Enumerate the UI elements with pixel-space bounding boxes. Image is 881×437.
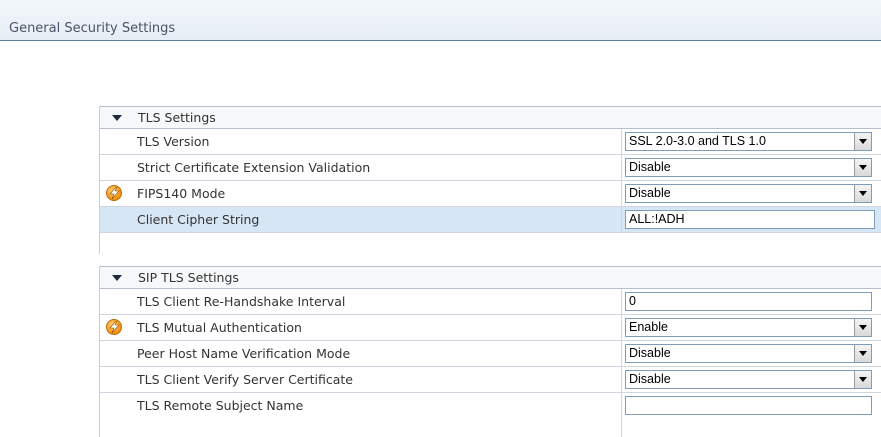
sip-tls-settings-panel: SIP TLS Settings TLS Client Re-Handshake… <box>99 266 881 437</box>
chevron-down-icon[interactable] <box>854 185 871 202</box>
page-header: General Security Settings <box>0 0 881 41</box>
column-divider <box>621 129 622 154</box>
column-divider <box>621 289 622 314</box>
header-divider <box>0 40 881 41</box>
tls-settings-panel: TLS Settings TLS Version SSL 2.0-3.0 and… <box>99 106 881 254</box>
tls-settings-title: TLS Settings <box>138 110 216 125</box>
row-label: Strict Certificate Extension Validation <box>137 160 371 175</box>
page: General Security Settings TLS Settings T… <box>0 0 881 437</box>
column-divider <box>621 367 622 392</box>
chevron-down-icon[interactable] <box>854 133 871 150</box>
row-fips140-mode: FIPS140 Mode Disable <box>100 181 881 207</box>
row-label: TLS Mutual Authentication <box>137 320 302 335</box>
column-divider <box>621 207 622 232</box>
chevron-down-icon[interactable] <box>854 345 871 362</box>
row-label: Client Cipher String <box>137 212 260 227</box>
column-divider <box>621 393 622 437</box>
row-label: TLS Remote Subject Name <box>137 398 304 413</box>
sip-tls-settings-title: SIP TLS Settings <box>138 270 239 285</box>
tls-client-verify-server-cert-select[interactable]: Disable <box>625 370 872 389</box>
triangle-down-icon[interactable] <box>112 115 122 121</box>
column-divider <box>621 181 622 206</box>
row-tls-version: TLS Version SSL 2.0-3.0 and TLS 1.0 <box>100 129 881 155</box>
column-divider <box>621 341 622 366</box>
chevron-down-icon[interactable] <box>854 319 871 336</box>
lightning-bolt-icon <box>106 319 122 335</box>
peer-host-name-verification-select[interactable]: Disable <box>625 344 872 363</box>
row-tls-remote-subject-name: TLS Remote Subject Name <box>100 393 881 437</box>
select-value: Disable <box>629 372 671 386</box>
sip-tls-settings-header[interactable]: SIP TLS Settings <box>100 266 881 289</box>
row-label: TLS Version <box>137 134 210 149</box>
row-strict-cert-validation: Strict Certificate Extension Validation … <box>100 155 881 181</box>
tls-client-rehandshake-field[interactable]: 0 <box>625 292 872 311</box>
row-label: Peer Host Name Verification Mode <box>137 346 351 361</box>
triangle-down-icon[interactable] <box>112 275 122 281</box>
select-value: Enable <box>629 320 668 334</box>
row-client-cipher-string: Client Cipher String ALL:!ADH <box>100 207 881 233</box>
tls-remote-subject-name-field[interactable] <box>625 396 872 415</box>
tls-mutual-authentication-select[interactable]: Enable <box>625 318 872 337</box>
row-tls-client-verify-server-cert: TLS Client Verify Server Certificate Dis… <box>100 367 881 393</box>
row-label: TLS Client Verify Server Certificate <box>137 372 353 387</box>
column-divider <box>621 315 622 340</box>
select-value: Disable <box>629 346 671 360</box>
page-title: General Security Settings <box>9 21 176 36</box>
tls-version-select[interactable]: SSL 2.0-3.0 and TLS 1.0 <box>625 132 872 151</box>
field-value: 0 <box>629 294 636 308</box>
chevron-down-icon[interactable] <box>854 371 871 388</box>
chevron-down-icon[interactable] <box>854 159 871 176</box>
select-value: Disable <box>629 186 671 200</box>
tls-settings-header[interactable]: TLS Settings <box>100 106 881 129</box>
row-tls-client-rehandshake: TLS Client Re-Handshake Interval 0 <box>100 289 881 315</box>
client-cipher-string-field[interactable]: ALL:!ADH <box>625 210 875 229</box>
lightning-bolt-icon <box>106 185 122 201</box>
row-peer-host-name-verification: Peer Host Name Verification Mode Disable <box>100 341 881 367</box>
row-label: TLS Client Re-Handshake Interval <box>137 294 346 309</box>
row-tls-mutual-authentication: TLS Mutual Authentication Enable <box>100 315 881 341</box>
strict-cert-validation-select[interactable]: Disable <box>625 158 872 177</box>
field-value: ALL:!ADH <box>629 212 685 226</box>
row-label: FIPS140 Mode <box>137 186 226 201</box>
select-value: Disable <box>629 160 671 174</box>
select-value: SSL 2.0-3.0 and TLS 1.0 <box>629 134 766 148</box>
fips140-mode-select[interactable]: Disable <box>625 184 872 203</box>
column-divider <box>621 155 622 180</box>
